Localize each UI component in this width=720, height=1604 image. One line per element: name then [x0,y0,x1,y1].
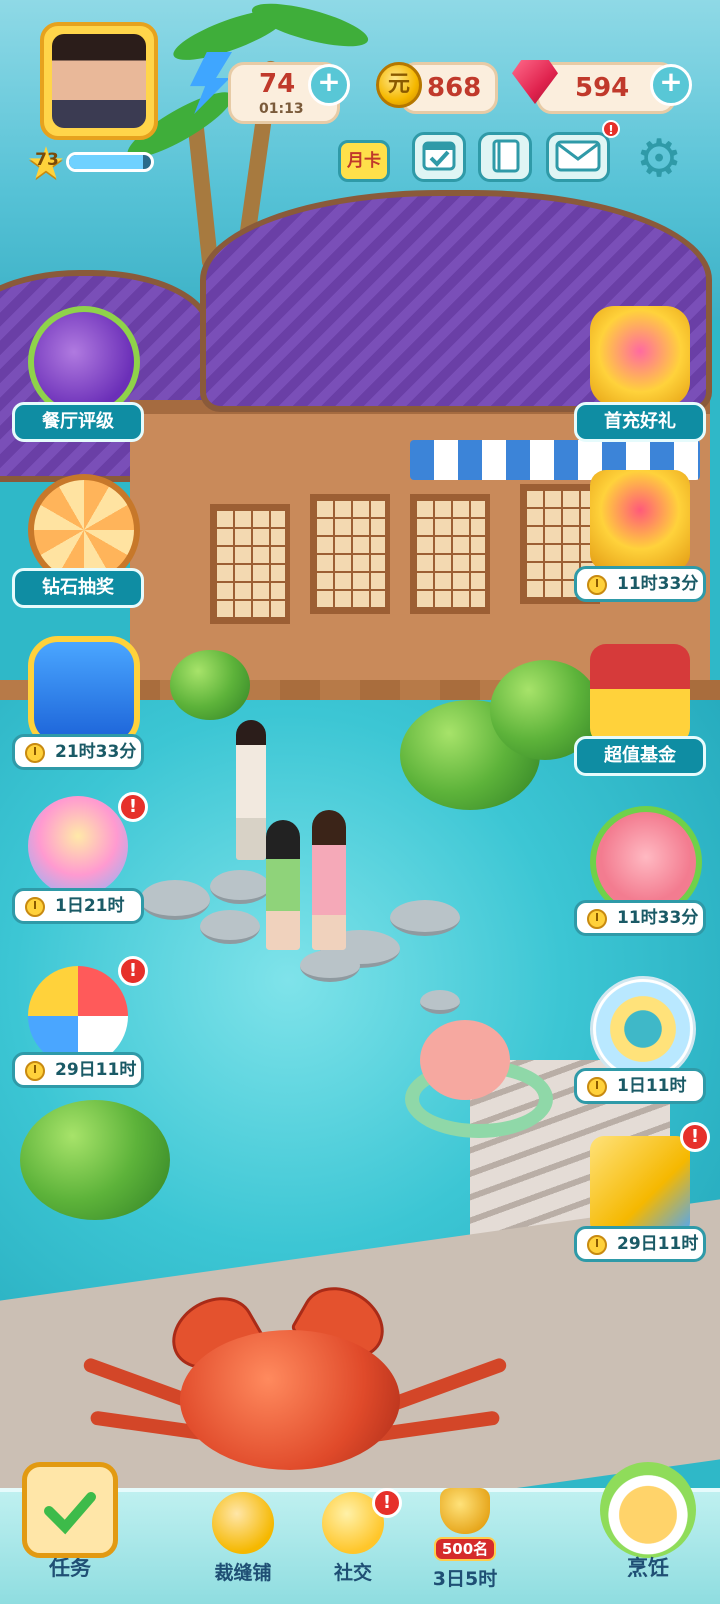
piggy-bank-timer: 11时33分 [574,900,706,936]
energy-timer: 01:13 [259,101,304,117]
ticket-event-badge: ! [680,1122,710,1152]
cooking-button[interactable]: 烹饪 [588,1462,708,1582]
window [310,494,390,614]
player-level: 73 [35,150,59,170]
beach-event-button[interactable]: ! 29日11时 [12,956,148,1106]
energy-value: 74 [259,69,296,99]
ranking-event-timer: 3日5时 [432,1568,498,1590]
treasure-offer-timer: 11时33分 [574,566,706,602]
balloon-cat-badge: ! [118,792,148,822]
stepping-stone [300,950,360,982]
swim-ring-timer: 1日11时 [574,1068,706,1104]
tailor-shop-label: 裁缝铺 [214,1562,272,1584]
balloon-cat-icon [28,796,128,896]
avatar-portrait [52,34,146,128]
first-recharge-label: 首充好礼 [574,402,706,442]
coin-value: 868 [427,73,482,103]
gem-plus-button[interactable]: + [650,64,692,106]
trophy-cup-icon [440,1488,490,1534]
beach-ball-icon [28,966,128,1066]
piggy-bank-timer-text: 11时33分 [617,908,699,928]
window [410,494,490,614]
character-player[interactable] [312,810,346,950]
stepping-stone [210,870,270,904]
social-notification-badge: ! [372,1488,402,1518]
value-fund-button[interactable]: 超值基金 [574,644,706,784]
clock-icon [25,897,45,917]
mail-notification-badge: ! [602,120,620,138]
restaurant-rating-label: 餐厅评级 [12,402,144,442]
treasure-offer-timer-text: 11时33分 [617,574,699,594]
ticket-event-button[interactable]: ! 29日11时 [574,1122,710,1276]
clock-icon [587,1235,607,1255]
clock-icon [587,1077,607,1097]
diamond-lottery-button[interactable]: 钻石抽奖 [12,474,144,614]
checkmark-icon [44,1492,96,1535]
restaurant-rating-button[interactable]: 餐厅评级 [12,306,144,446]
swim-ring-icon [590,976,696,1082]
stepping-stone [200,910,260,944]
energy-plus-button[interactable]: + [308,64,350,106]
balloon-cat-event-button[interactable]: ! 1日21时 [12,792,148,936]
swim-ring-event-button[interactable]: 1日11时 [574,976,706,1116]
ticket-event-timer-text: 29日11时 [617,1234,699,1254]
notebook-button[interactable] [478,132,532,182]
beach-event-badge: ! [118,956,148,986]
daily-checkin-button[interactable] [412,132,466,182]
gift-pot-icon [590,306,690,406]
clock-icon [587,575,607,595]
player-avatar[interactable] [40,22,158,140]
bush [20,1100,170,1220]
clock-icon [587,909,607,929]
value-fund-label: 超值基金 [574,736,706,776]
rank-tag: 500名 [434,1537,496,1561]
treasure-offer-button[interactable]: 11时33分 [574,470,706,610]
balloon-cat-timer: 1日21时 [12,888,144,924]
stepping-stone [390,900,460,936]
book-icon [492,139,520,173]
xp-fill [69,155,143,169]
beach-event-timer-text: 29日11时 [55,1060,137,1080]
mail-button[interactable] [546,132,610,182]
ticket-icon [590,1136,690,1236]
ticket-event-timer: 29日11时 [574,1226,706,1262]
thread-spool-icon [212,1492,274,1554]
pig-in-float[interactable] [420,1020,510,1100]
calendar-check-icon [422,141,456,171]
diamond-lottery-label: 钻石抽奖 [12,568,144,608]
cooking-label: 烹饪 [627,1556,669,1580]
clock-icon [25,1061,45,1081]
stepping-stone [140,880,210,920]
swim-ring-timer-text: 1日11时 [617,1076,687,1096]
piggy-bank-button[interactable]: 11时33分 [574,806,706,946]
vip-crown-timer-text: 21时33分 [55,742,137,762]
stepping-stone [420,990,460,1014]
first-recharge-gift-button[interactable]: 首充好礼 [574,306,706,446]
fund-chest-icon [590,644,690,744]
tasks-button[interactable]: 任务 [10,1462,130,1582]
window [210,504,290,624]
potted-plant [170,650,250,720]
month-card-button[interactable]: 月卡 [338,140,390,182]
treasure-coins-icon [590,470,690,570]
crown-shield-icon [28,636,140,748]
balloon-cat-timer-text: 1日21时 [55,896,125,916]
mail-envelope-icon [555,140,601,172]
clock-icon [25,743,45,763]
vip-crown-button[interactable]: 21时33分 [12,636,144,776]
tailor-shop-button[interactable]: 裁缝铺 [188,1492,298,1585]
giant-crab[interactable] [180,1330,400,1470]
settings-gear-icon[interactable]: ⚙ [632,132,686,186]
beach-event-timer: 29日11时 [12,1052,144,1088]
social-label: 社交 [333,1562,372,1584]
character-npc[interactable] [266,820,300,950]
xp-progress-bar [66,152,154,172]
character-npc[interactable] [236,720,266,860]
gem-value: 594 [575,73,630,103]
coin-icon: 元 [376,62,422,108]
task-clipboard-icon [22,1462,118,1558]
vip-crown-timer: 21时33分 [12,734,144,770]
cooking-pot-icon [600,1462,696,1558]
